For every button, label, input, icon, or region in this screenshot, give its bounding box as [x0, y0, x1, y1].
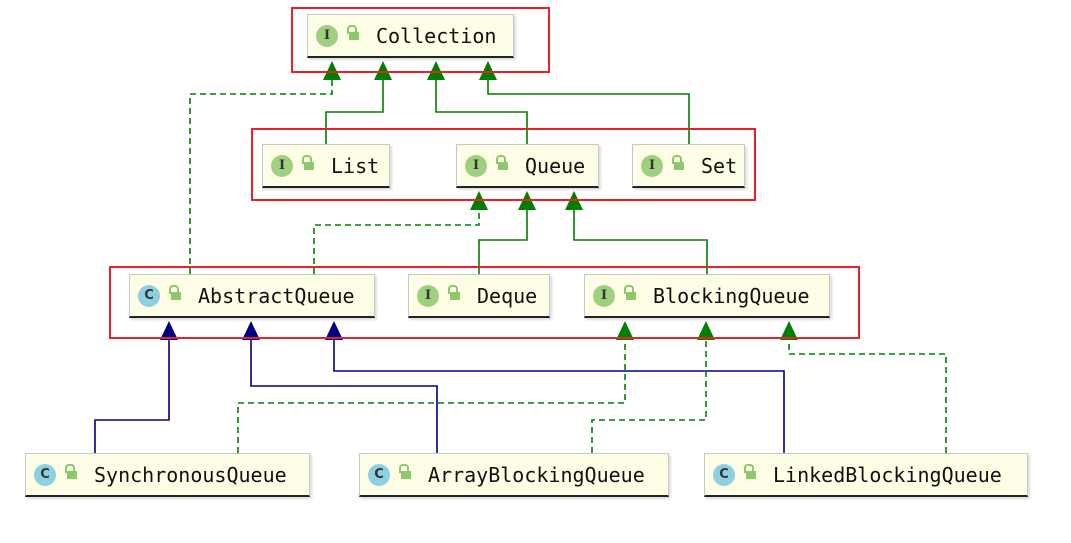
node-abstract-queue[interactable]: C AbstractQueue — [129, 274, 375, 318]
node-label: BlockingQueue — [653, 283, 810, 308]
node-label: Collection — [376, 23, 497, 48]
node-array-blocking-queue[interactable]: C ArrayBlockingQueue — [359, 453, 669, 497]
public-lock-icon — [168, 284, 181, 301]
interface-icon: I — [417, 284, 439, 307]
edge-BlockingQueue-to-Queue — [573, 210, 708, 274]
public-lock-icon — [64, 463, 77, 480]
class-icon: C — [713, 463, 735, 486]
edge-ArrayBlockingQueue-to-BlockingQueue — [591, 340, 707, 453]
node-label: ArrayBlockingQueue — [428, 462, 645, 487]
node-collection[interactable]: I Collection — [307, 14, 514, 58]
node-deque[interactable]: I Deque — [408, 274, 550, 318]
class-icon: C — [368, 463, 390, 486]
node-label: Queue — [525, 153, 586, 178]
node-label: Deque — [477, 283, 538, 308]
class-icon: C — [34, 463, 56, 486]
node-label: AbstractQueue — [198, 283, 355, 308]
public-lock-icon — [671, 154, 684, 171]
node-synchronous-queue[interactable]: C SynchronousQueue — [25, 453, 310, 497]
public-lock-icon — [743, 463, 756, 480]
public-lock-icon — [447, 284, 460, 301]
node-blocking-queue[interactable]: I BlockingQueue — [584, 274, 830, 318]
interface-icon: I — [641, 154, 663, 177]
edge-LinkedBlockingQueue-to-AbstractQueue — [333, 340, 785, 453]
edge-SynchronousQueue-to-AbstractQueue — [94, 340, 170, 453]
node-label: List — [331, 153, 380, 178]
node-set[interactable]: I Set — [632, 144, 745, 188]
public-lock-icon — [623, 284, 636, 301]
node-queue[interactable]: I Queue — [456, 144, 599, 188]
node-label: Set — [701, 153, 738, 178]
node-linked-blocking-queue[interactable]: C LinkedBlockingQueue — [704, 453, 1028, 497]
class-icon: C — [138, 284, 160, 307]
edge-ArrayBlockingQueue-to-AbstractQueue — [250, 340, 438, 453]
public-lock-icon — [346, 24, 359, 41]
edge-Deque-to-Queue — [478, 210, 528, 274]
node-label: SynchronousQueue — [94, 462, 287, 487]
node-label: LinkedBlockingQueue — [773, 462, 1002, 487]
public-lock-icon — [398, 463, 411, 480]
public-lock-icon — [495, 154, 508, 171]
public-lock-icon — [301, 154, 314, 171]
node-list[interactable]: I List — [262, 144, 390, 188]
edge-LinkedBlockingQueue-to-BlockingQueue — [788, 340, 947, 453]
uml-diagram: I Collection I List I Queue I Set C AbstractQ… — [0, 0, 1071, 543]
interface-icon: I — [271, 154, 293, 177]
edge-AbstractQueue-to-Queue — [313, 210, 480, 274]
interface-icon: I — [593, 284, 615, 307]
edge-SynchronousQueue-to-BlockingQueue — [237, 340, 626, 453]
interface-icon: I — [316, 24, 338, 47]
interface-icon: I — [465, 154, 487, 177]
